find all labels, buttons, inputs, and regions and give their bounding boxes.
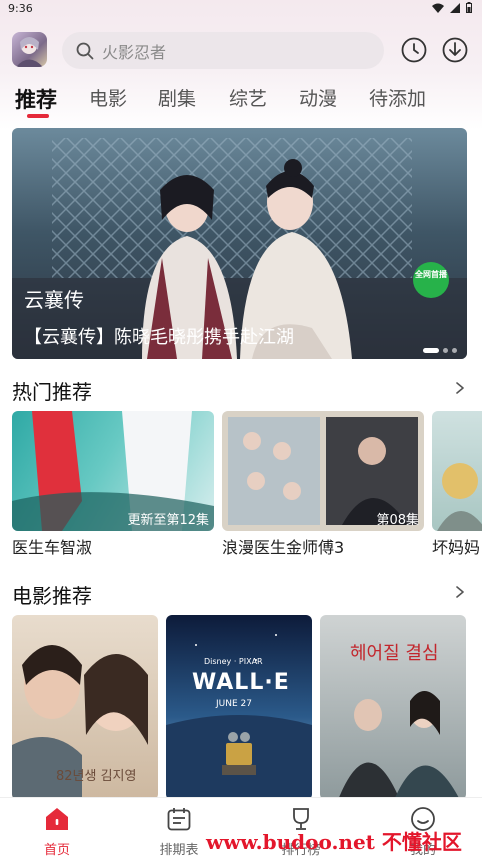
hero-banner[interactable]: 云襄传 全网首播 【云襄传】陈晓毛晓彤携手赴江湖 [12,128,467,359]
tab-anime[interactable]: 动漫 [299,84,337,111]
tab-to-add[interactable]: 待添加 [369,84,426,111]
category-tabs: 推荐 电影 剧集 综艺 动漫 待添加 [0,84,482,120]
history-clock-icon[interactable] [400,36,428,64]
chevron-right-icon[interactable] [454,586,466,598]
episode-badge: 第08集 [376,513,419,528]
movie-poster-title-3: 헤어질 결심 [350,643,439,664]
section-title-hot: 热门推荐 [12,380,92,404]
nav-home-label: 首页 [43,843,70,858]
hot-card-2[interactable]: 第08集 [222,411,424,531]
battery-icon [466,2,472,13]
site-watermark: www.budoo.net 不懂社区 [206,830,462,854]
tab-variety[interactable]: 综艺 [229,84,267,111]
top-header: 火影忍者 [0,30,482,72]
search-placeholder: 火影忍者 [102,42,167,62]
calendar-icon [167,808,191,831]
signal-icon [450,2,460,13]
nav-home[interactable]: 首页 [17,798,97,860]
search-bar[interactable]: 火影忍者 [62,32,384,69]
hot-title-2[interactable]: 浪漫医生金师傅3 [222,534,344,558]
episode-badge: 更新至第12集 [127,513,209,528]
search-icon [76,42,94,59]
avatar[interactable] [12,32,47,67]
banner-caption: 【云襄传】陈晓毛晓彤携手赴江湖 [24,327,294,348]
status-bar: 9:36 [0,0,482,18]
home-icon [46,808,68,830]
movie-poster-date: JUNE 27 [216,699,252,709]
hot-card-3[interactable] [432,411,482,531]
hot-card-1[interactable]: 更新至第12集 [12,411,214,531]
chevron-right-icon[interactable] [454,382,466,394]
download-icon[interactable] [441,36,469,64]
carousel-dot [452,348,457,353]
active-tab-indicator [27,114,49,118]
section-title-movies: 电影推荐 [12,584,92,608]
studio-logo: Disney · PIXAR [204,657,263,666]
hot-title-3[interactable]: 坏妈妈 [432,534,482,558]
movie-poster-title-2: WALL·E [192,670,290,695]
carousel-dot-active [423,348,439,353]
tab-series[interactable]: 剧集 [158,84,196,111]
carousel-indicator [423,348,457,353]
avatar-image [16,37,43,67]
status-time: 9:36 [8,2,33,15]
tab-movies[interactable]: 电影 [89,84,127,111]
movie-poster-title-1: 82년생 김지영 [56,769,137,784]
wifi-icon [432,3,444,13]
carousel-dot [443,348,448,353]
hot-poster-3 [437,463,482,531]
movie-card-1[interactable]: 82년생 김지영 [12,615,158,800]
banner-logo: 云襄传 [24,288,84,312]
hot-title-1[interactable]: 医生车智淑 [12,534,92,558]
tab-recommend[interactable]: 推荐 [15,84,57,114]
movie-card-3[interactable]: 헤어질 결심 [320,615,466,800]
movie-card-2[interactable]: Disney · PIXAR WALL·E JUNE 27 [166,615,312,800]
premiere-badge: 全网首播 [413,262,449,298]
status-icons [432,2,472,13]
